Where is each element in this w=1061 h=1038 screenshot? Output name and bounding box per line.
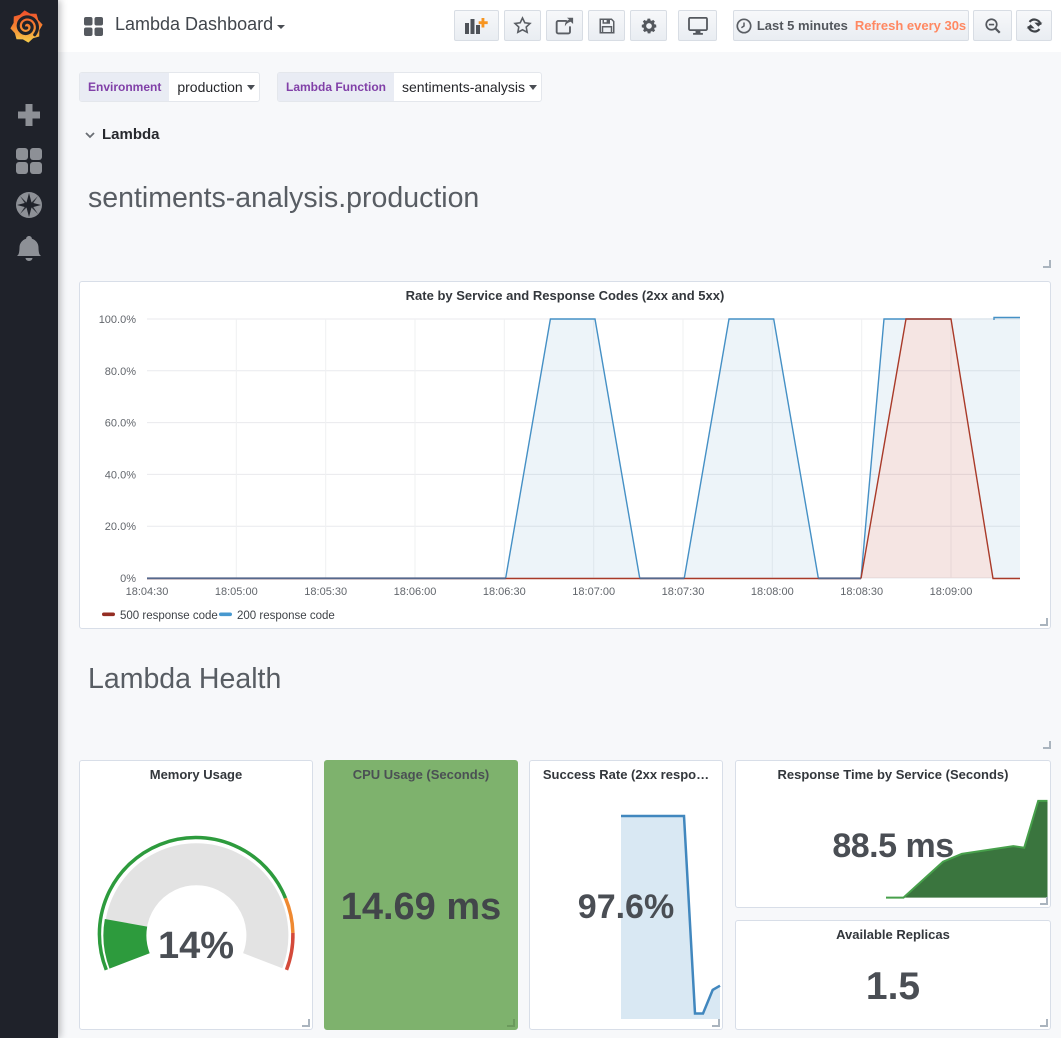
svg-text:18:07:30: 18:07:30 (662, 586, 705, 598)
svg-text:60.0%: 60.0% (105, 418, 136, 430)
svg-text:100.0%: 100.0% (99, 314, 137, 326)
svg-text:18:04:30: 18:04:30 (126, 586, 169, 598)
svg-text:18:06:30: 18:06:30 (483, 586, 526, 598)
svg-text:18:05:30: 18:05:30 (304, 586, 347, 598)
svg-text:0%: 0% (120, 573, 136, 585)
svg-text:18:08:30: 18:08:30 (840, 586, 883, 598)
svg-text:18:08:00: 18:08:00 (751, 586, 794, 598)
svg-text:80.0%: 80.0% (105, 366, 136, 378)
svg-text:18:07:00: 18:07:00 (572, 586, 615, 598)
svg-text:18:05:00: 18:05:00 (215, 586, 258, 598)
svg-text:18:09:00: 18:09:00 (930, 586, 973, 598)
svg-text:18:06:00: 18:06:00 (394, 586, 437, 598)
svg-text:40.0%: 40.0% (105, 469, 136, 481)
svg-text:200 response code: 200 response code (237, 610, 335, 622)
svg-text:500 response code: 500 response code (120, 610, 218, 622)
svg-text:20.0%: 20.0% (105, 521, 136, 533)
